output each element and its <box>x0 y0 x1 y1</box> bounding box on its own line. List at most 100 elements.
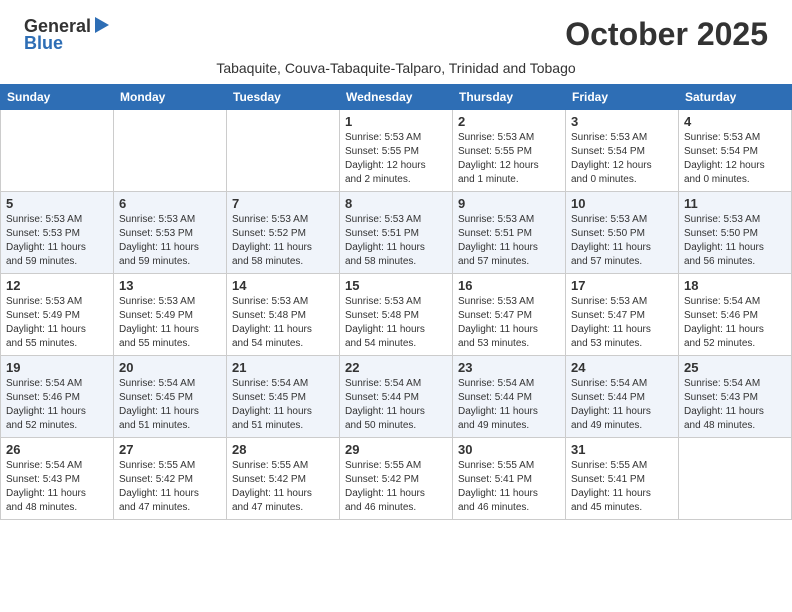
calendar-cell: 27 Sunrise: 5:55 AMSunset: 5:42 PMDayligh… <box>114 438 227 520</box>
day-number: 25 <box>684 360 786 375</box>
calendar-cell <box>679 438 792 520</box>
calendar-cell: 31 Sunrise: 5:55 AMSunset: 5:41 PMDayligh… <box>566 438 679 520</box>
day-number: 5 <box>6 196 108 211</box>
day-number: 17 <box>571 278 673 293</box>
calendar-cell: 3 Sunrise: 5:53 AMSunset: 5:54 PMDaylight… <box>566 110 679 192</box>
day-number: 11 <box>684 196 786 211</box>
calendar-cell: 25 Sunrise: 5:54 AMSunset: 5:43 PMDayligh… <box>679 356 792 438</box>
day-info: Sunrise: 5:54 AMSunset: 5:45 PMDaylight:… <box>232 377 334 433</box>
day-info: Sunrise: 5:54 AMSunset: 5:45 PMDaylight:… <box>119 377 221 433</box>
day-number: 24 <box>571 360 673 375</box>
day-number: 2 <box>458 114 560 129</box>
day-number: 6 <box>119 196 221 211</box>
day-info: Sunrise: 5:54 AMSunset: 5:44 PMDaylight:… <box>458 377 560 433</box>
day-number: 31 <box>571 442 673 457</box>
calendar-cell: 8 Sunrise: 5:53 AMSunset: 5:51 PMDaylight… <box>340 192 453 274</box>
calendar-cell: 10Sunrise: 5:53 AMSunset: 5:50 PMDayligh… <box>566 192 679 274</box>
calendar-day-header: Thursday <box>453 85 566 110</box>
calendar-cell: 9 Sunrise: 5:53 AMSunset: 5:51 PMDaylight… <box>453 192 566 274</box>
day-info: Sunrise: 5:53 AMSunset: 5:54 PMDaylight:… <box>571 131 673 187</box>
day-info: Sunrise: 5:53 AMSunset: 5:47 PMDaylight:… <box>571 295 673 351</box>
calendar-cell: 21 Sunrise: 5:54 AMSunset: 5:45 PMDayligh… <box>227 356 340 438</box>
day-info: Sunrise: 5:54 AMSunset: 5:44 PMDaylight:… <box>345 377 447 433</box>
month-title: October 2025 <box>565 16 768 53</box>
day-number: 21 <box>232 360 334 375</box>
day-info: Sunrise: 5:54 AMSunset: 5:46 PMDaylight:… <box>684 295 786 351</box>
day-number: 1 <box>345 114 447 129</box>
calendar-cell: 5 Sunrise: 5:53 AMSunset: 5:53 PMDaylight… <box>1 192 114 274</box>
calendar-cell: 20 Sunrise: 5:54 AMSunset: 5:45 PMDayligh… <box>114 356 227 438</box>
day-number: 3 <box>571 114 673 129</box>
day-number: 19 <box>6 360 108 375</box>
calendar-day-header: Saturday <box>679 85 792 110</box>
calendar-cell: 2 Sunrise: 5:53 AMSunset: 5:55 PMDaylight… <box>453 110 566 192</box>
day-number: 13 <box>119 278 221 293</box>
day-number: 23 <box>458 360 560 375</box>
day-number: 10 <box>571 196 673 211</box>
day-number: 12 <box>6 278 108 293</box>
day-number: 16 <box>458 278 560 293</box>
day-number: 26 <box>6 442 108 457</box>
day-info: Sunrise: 5:53 AMSunset: 5:53 PMDaylight:… <box>119 213 221 269</box>
day-number: 9 <box>458 196 560 211</box>
calendar-table: SundayMondayTuesdayWednesdayThursdayFrid… <box>0 84 792 520</box>
calendar-day-header: Wednesday <box>340 85 453 110</box>
calendar-day-header: Friday <box>566 85 679 110</box>
calendar-cell: 13 Sunrise: 5:53 AMSunset: 5:49 PMDayligh… <box>114 274 227 356</box>
calendar-cell: 24 Sunrise: 5:54 AMSunset: 5:44 PMDayligh… <box>566 356 679 438</box>
day-info: Sunrise: 5:53 AMSunset: 5:48 PMDaylight:… <box>345 295 447 351</box>
day-number: 20 <box>119 360 221 375</box>
day-info: Sunrise: 5:53 AMSunset: 5:47 PMDaylight:… <box>458 295 560 351</box>
calendar-cell: 26 Sunrise: 5:54 AMSunset: 5:43 PMDayligh… <box>1 438 114 520</box>
calendar-day-header: Tuesday <box>227 85 340 110</box>
calendar-cell: 12 Sunrise: 5:53 AMSunset: 5:49 PMDayligh… <box>1 274 114 356</box>
day-info: Sunrise: 5:53 AMSunset: 5:55 PMDaylight:… <box>345 131 447 187</box>
day-info: Sunrise: 5:53 AMSunset: 5:50 PMDaylight:… <box>684 213 786 269</box>
page-header: General Blue October 2025 <box>0 0 792 58</box>
calendar-cell <box>1 110 114 192</box>
calendar-cell: 18Sunrise: 5:54 AMSunset: 5:46 PMDayligh… <box>679 274 792 356</box>
calendar-cell: 17 Sunrise: 5:53 AMSunset: 5:47 PMDayligh… <box>566 274 679 356</box>
day-info: Sunrise: 5:55 AMSunset: 5:41 PMDaylight:… <box>458 459 560 515</box>
calendar-cell: 14Sunrise: 5:53 AMSunset: 5:48 PMDayligh… <box>227 274 340 356</box>
day-info: Sunrise: 5:54 AMSunset: 5:46 PMDaylight:… <box>6 377 108 433</box>
calendar-cell: 7 Sunrise: 5:53 AMSunset: 5:52 PMDaylight… <box>227 192 340 274</box>
calendar-cell: 22 Sunrise: 5:54 AMSunset: 5:44 PMDayligh… <box>340 356 453 438</box>
day-info: Sunrise: 5:53 AMSunset: 5:53 PMDaylight:… <box>6 213 108 269</box>
day-number: 15 <box>345 278 447 293</box>
calendar-cell: 19 Sunrise: 5:54 AMSunset: 5:46 PMDayligh… <box>1 356 114 438</box>
calendar-cell: 4Sunrise: 5:53 AMSunset: 5:54 PMDaylight… <box>679 110 792 192</box>
day-info: Sunrise: 5:53 AMSunset: 5:51 PMDaylight:… <box>345 213 447 269</box>
day-info: Sunrise: 5:53 AMSunset: 5:49 PMDaylight:… <box>119 295 221 351</box>
calendar-day-header: Monday <box>114 85 227 110</box>
day-number: 27 <box>119 442 221 457</box>
day-info: Sunrise: 5:53 AMSunset: 5:49 PMDaylight:… <box>6 295 108 351</box>
day-info: Sunrise: 5:54 AMSunset: 5:43 PMDaylight:… <box>684 377 786 433</box>
day-number: 8 <box>345 196 447 211</box>
day-info: Sunrise: 5:55 AMSunset: 5:42 PMDaylight:… <box>119 459 221 515</box>
day-number: 29 <box>345 442 447 457</box>
day-info: Sunrise: 5:54 AMSunset: 5:44 PMDaylight:… <box>571 377 673 433</box>
day-number: 22 <box>345 360 447 375</box>
day-info: Sunrise: 5:53 AMSunset: 5:52 PMDaylight:… <box>232 213 334 269</box>
calendar-subtitle: Tabaquite, Couva-Tabaquite-Talparo, Trin… <box>0 58 792 84</box>
day-number: 7 <box>232 196 334 211</box>
calendar-cell: 11 Sunrise: 5:53 AMSunset: 5:50 PMDayligh… <box>679 192 792 274</box>
day-number: 30 <box>458 442 560 457</box>
day-info: Sunrise: 5:53 AMSunset: 5:55 PMDaylight:… <box>458 131 560 187</box>
calendar-cell: 30 Sunrise: 5:55 AMSunset: 5:41 PMDayligh… <box>453 438 566 520</box>
day-info: Sunrise: 5:54 AMSunset: 5:43 PMDaylight:… <box>6 459 108 515</box>
day-info: Sunrise: 5:55 AMSunset: 5:42 PMDaylight:… <box>345 459 447 515</box>
calendar-day-header: Sunday <box>1 85 114 110</box>
calendar-cell <box>227 110 340 192</box>
calendar-cell: 23 Sunrise: 5:54 AMSunset: 5:44 PMDayligh… <box>453 356 566 438</box>
day-info: Sunrise: 5:53 AMSunset: 5:51 PMDaylight:… <box>458 213 560 269</box>
calendar-cell: 15 Sunrise: 5:53 AMSunset: 5:48 PMDayligh… <box>340 274 453 356</box>
day-info: Sunrise: 5:55 AMSunset: 5:41 PMDaylight:… <box>571 459 673 515</box>
day-number: 28 <box>232 442 334 457</box>
day-info: Sunrise: 5:53 AMSunset: 5:48 PMDaylight:… <box>232 295 334 351</box>
calendar-cell: 1 Sunrise: 5:53 AMSunset: 5:55 PMDaylight… <box>340 110 453 192</box>
logo-triangle-icon <box>93 17 111 35</box>
logo: General Blue <box>24 16 111 54</box>
calendar-cell: 28Sunrise: 5:55 AMSunset: 5:42 PMDayligh… <box>227 438 340 520</box>
